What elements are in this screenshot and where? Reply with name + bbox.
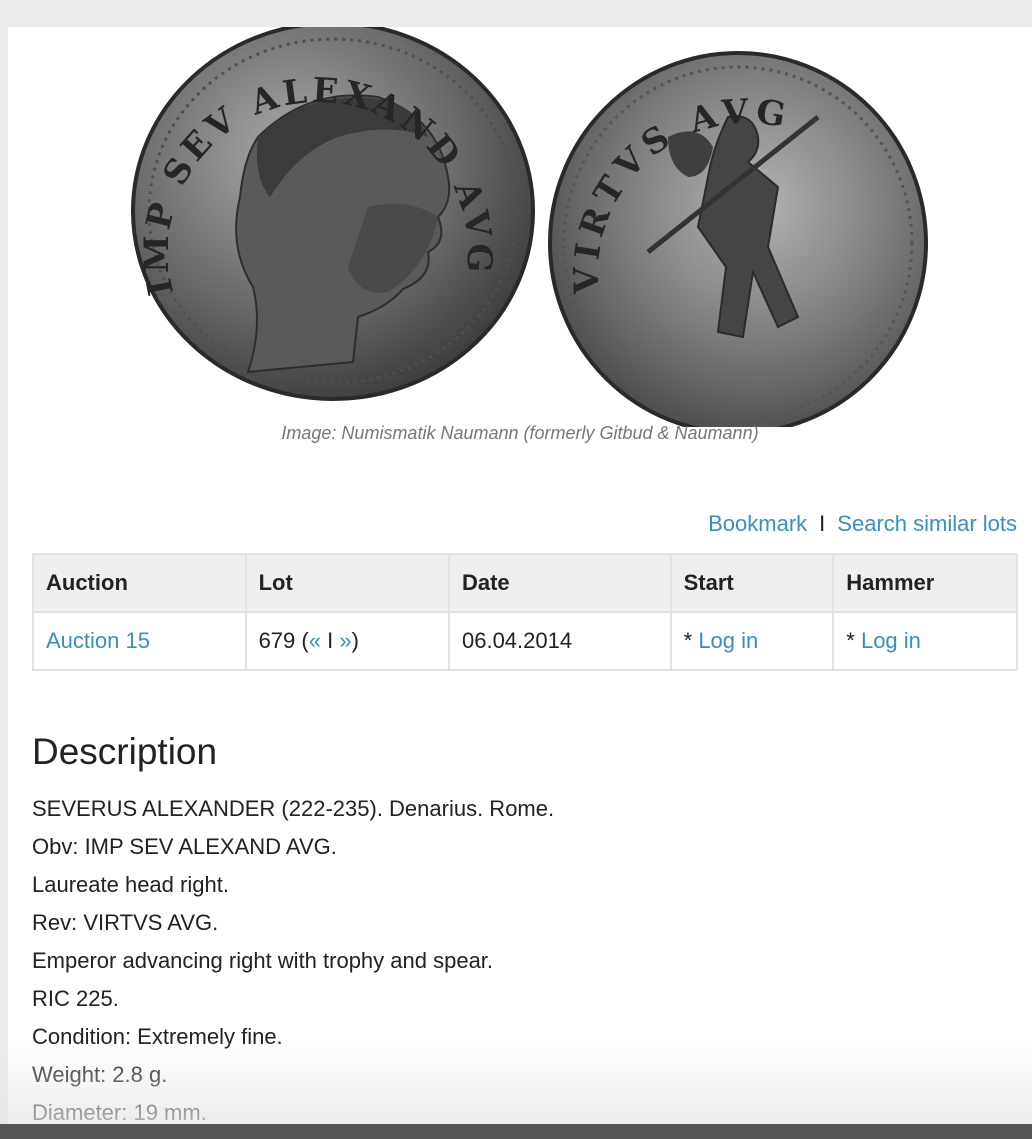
description-heading: Description — [32, 731, 218, 772]
description-line: RIC 225. — [32, 986, 119, 1011]
coin-image[interactable]: IMP SEV ALEXAND AVG VIRTVS AVG — [8, 27, 1032, 427]
header-hammer: Hammer — [832, 553, 1018, 613]
window-bottom-bar — [0, 1124, 1032, 1139]
next-lot-link[interactable]: » — [339, 628, 351, 653]
cell-lot: 679 (« I ») — [244, 611, 450, 671]
table-row: Auction 15 679 (« I ») 06.04.2014 * Log … — [32, 611, 1018, 671]
description-line: Obv: IMP SEV ALEXAND AVG. — [32, 834, 337, 859]
lot-close-paren: ) — [351, 628, 359, 653]
reverse-coin: VIRTVS AVG — [548, 51, 928, 427]
image-caption: Image: Numismatik Naumann (formerly Gitb… — [281, 423, 759, 443]
hammer-login-link[interactable]: Log in — [861, 628, 921, 653]
lot-actions: Bookmark I Search similar lots — [708, 511, 1017, 537]
description-text: SEVERUS ALEXANDER (222-235). Denarius. R… — [32, 796, 554, 1138]
description-line: Laureate head right. — [32, 872, 229, 897]
lot-page: IMP SEV ALEXAND AVG VIRTVS AVG Image: Nu… — [8, 27, 1032, 1139]
header-lot: Lot — [244, 553, 450, 613]
description-line: Rev: VIRTVS AVG. — [32, 910, 219, 935]
previous-lot-link[interactable]: « — [309, 628, 321, 653]
auction-link[interactable]: Auction 15 — [46, 628, 150, 653]
start-login-link[interactable]: Log in — [698, 628, 758, 653]
lot-nav-separator: I — [320, 628, 340, 653]
search-similar-link[interactable]: Search similar lots — [837, 511, 1017, 536]
auction-table: Auction Lot Date Start Hammer Auction 15… — [32, 553, 1018, 671]
description-line: Emperor advancing right with trophy and … — [32, 948, 494, 973]
cell-date: 06.04.2014 — [447, 611, 672, 671]
table-header-row: Auction Lot Date Start Hammer — [32, 553, 1018, 613]
header-start: Start — [669, 553, 835, 613]
description-line: SEVERUS ALEXANDER (222-235). Denarius. R… — [32, 796, 555, 821]
header-auction: Auction — [32, 553, 247, 613]
hammer-asterisk: * — [846, 628, 861, 653]
description-line: Weight: 2.8 g. — [32, 1062, 168, 1087]
cell-hammer: * Log in — [832, 611, 1018, 671]
cell-auction: Auction 15 — [32, 611, 247, 671]
coin-photo: IMP SEV ALEXAND AVG VIRTVS AVG — [131, 27, 928, 427]
header-date: Date — [447, 553, 672, 613]
description-line: Condition: Extremely fine. — [32, 1024, 283, 1049]
lot-number: 679 ( — [258, 628, 309, 653]
obverse-coin: IMP SEV ALEXAND AVG — [131, 27, 535, 401]
bookmark-link[interactable]: Bookmark — [708, 511, 807, 536]
cell-start: * Log in — [669, 611, 835, 671]
start-asterisk: * — [683, 628, 699, 653]
actions-separator: I — [819, 511, 826, 536]
